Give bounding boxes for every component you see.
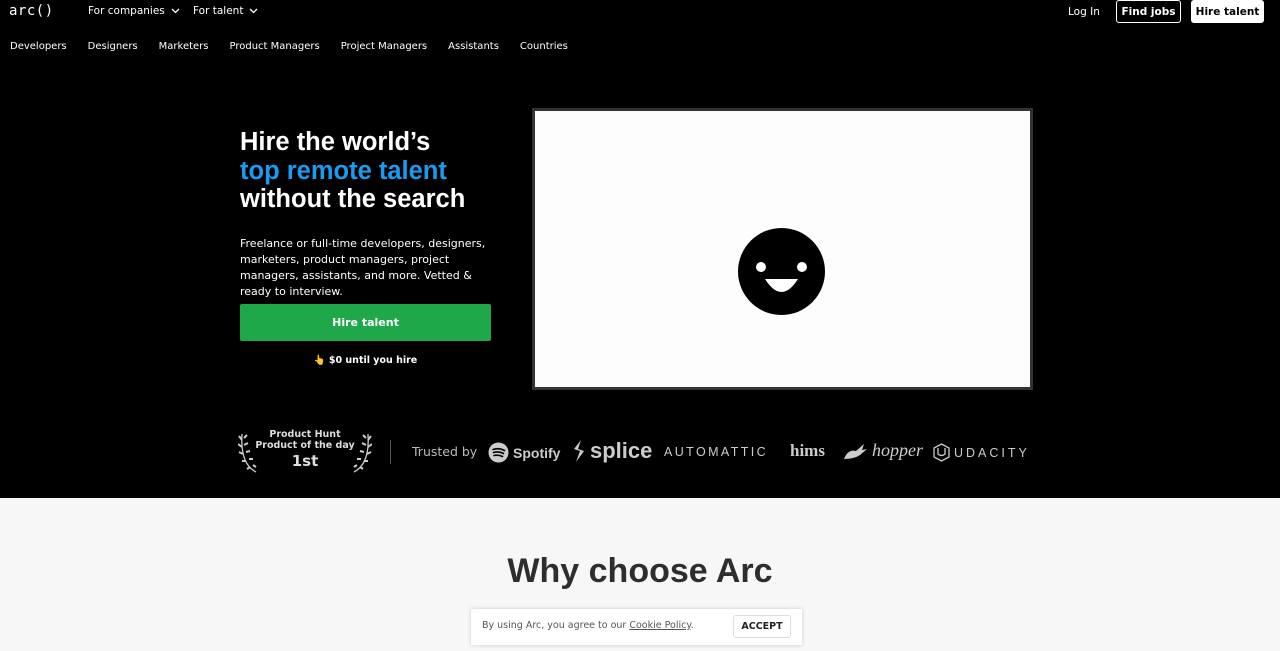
- splice-logo: splice: [572, 438, 652, 464]
- cookie-banner: By using Arc, you agree to our Cookie Po…: [471, 609, 802, 645]
- why-choose-heading: Why choose Arc: [507, 552, 773, 590]
- spotify-logo: Spotify: [488, 442, 560, 463]
- chevron-down-icon: [171, 8, 180, 14]
- hero-section: arc() For companies For talent Log In Fi…: [0, 0, 1280, 498]
- splice-logo-text: splice: [590, 438, 653, 463]
- headline-line-3: without the search: [240, 185, 466, 213]
- splice-icon: [574, 440, 584, 462]
- udacity-logo-text: UDACITY: [954, 445, 1030, 460]
- hero-video[interactable]: [532, 108, 1033, 390]
- hero-description: Freelance or full-time developers, desig…: [240, 237, 486, 298]
- udacity-logo: UDACITY: [933, 443, 1030, 462]
- hero-headline: Hire the world’s top remote talent witho…: [240, 128, 465, 214]
- product-hunt-badge: Product Hunt Product of the day 1st: [238, 428, 372, 474]
- hire-talent-button[interactable]: Hire talent: [240, 304, 491, 341]
- smiley-face-icon: [738, 228, 825, 315]
- menu-for-companies[interactable]: For companies: [88, 5, 180, 17]
- trusted-divider: [390, 440, 391, 464]
- top-navigation: arc() For companies For talent Log In Fi…: [0, 0, 1280, 24]
- pricing-note: 👆 $0 until you hire: [313, 355, 418, 366]
- cookie-policy-link[interactable]: Cookie Policy: [629, 620, 690, 631]
- spotify-icon: [488, 442, 509, 463]
- subnav-item-countries[interactable]: Countries: [520, 41, 568, 52]
- find-jobs-button[interactable]: Find jobs: [1116, 0, 1181, 23]
- automattic-logo: AUTOMATTIC: [664, 445, 769, 459]
- subnav-item-marketers[interactable]: Marketers: [159, 41, 209, 52]
- category-nav: Developers Designers Marketers Product M…: [10, 41, 589, 52]
- cookie-period: .: [690, 620, 694, 631]
- subnav-item-developers[interactable]: Developers: [10, 41, 67, 52]
- laurel-right-icon: [353, 433, 372, 473]
- headline-line-2: top remote talent: [240, 156, 447, 185]
- spotify-logo-text: Spotify: [513, 444, 561, 461]
- subnav-item-designers[interactable]: Designers: [88, 41, 138, 52]
- hire-talent-header-button[interactable]: Hire talent: [1191, 0, 1264, 23]
- menu-for-companies-label: For companies: [88, 5, 165, 17]
- trusted-by-label: Trusted by: [412, 444, 478, 459]
- cookie-message: By using Arc, you agree to our: [482, 620, 630, 631]
- cookie-text: By using Arc, you agree to our Cookie Po…: [482, 620, 694, 631]
- arc-logo[interactable]: arc(): [9, 3, 54, 19]
- chevron-down-icon: [249, 8, 258, 14]
- menu-for-talent[interactable]: For talent: [193, 5, 258, 17]
- subnav-item-product-managers[interactable]: Product Managers: [230, 41, 320, 52]
- bunny-icon: [844, 443, 867, 459]
- login-link[interactable]: Log In: [1068, 6, 1100, 18]
- subnav-item-project-managers[interactable]: Project Managers: [341, 41, 427, 52]
- subnav-item-assistants[interactable]: Assistants: [448, 41, 499, 52]
- hopper-logo: hopper: [842, 440, 923, 461]
- hims-logo: hims: [790, 441, 825, 460]
- headline-line-1: Hire the world’s: [240, 128, 431, 156]
- udacity-icon: [933, 443, 950, 462]
- hopper-logo-text: hopper: [872, 440, 923, 460]
- menu-for-talent-label: For talent: [193, 5, 244, 17]
- accept-cookies-button[interactable]: ACCEPT: [733, 615, 791, 638]
